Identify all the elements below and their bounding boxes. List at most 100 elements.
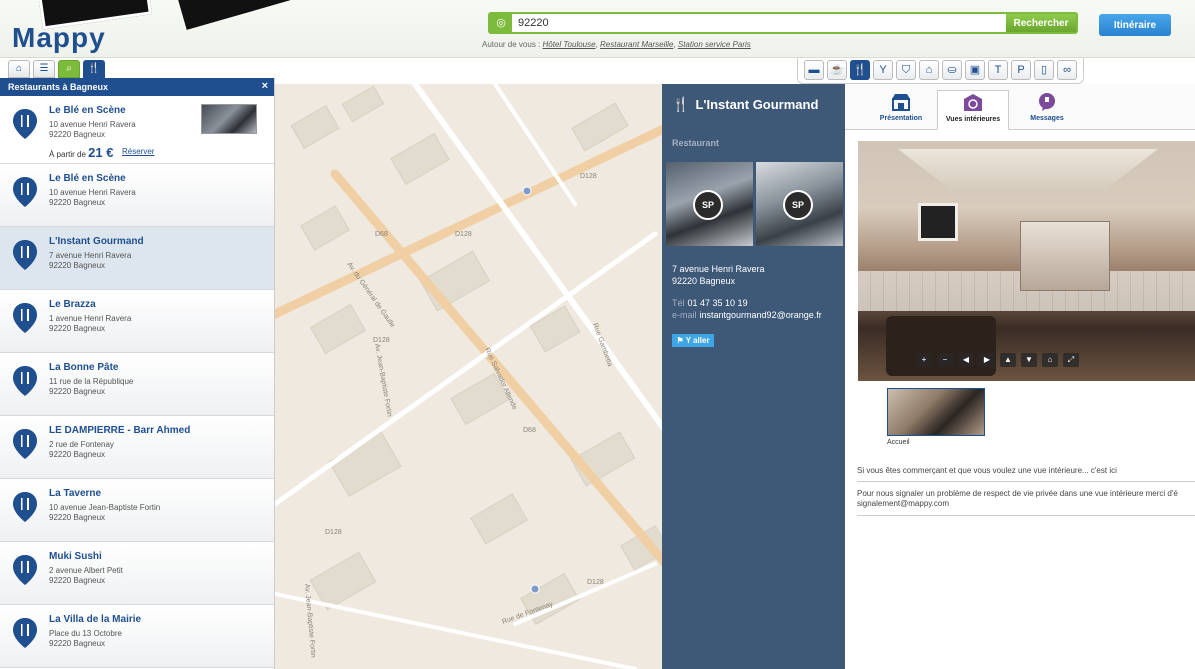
restaurant-name[interactable]: Le Blé en Scène bbox=[49, 105, 126, 116]
restaurant-name[interactable]: La Taverne bbox=[49, 488, 101, 499]
pan-down-icon[interactable]: ▼ bbox=[1021, 353, 1037, 367]
search-icon[interactable]: ⌕ bbox=[58, 60, 80, 78]
email-address[interactable]: instantgourmand92@orange.fr bbox=[700, 310, 822, 320]
restaurant-name[interactable]: Le Brazza bbox=[49, 299, 96, 310]
restaurant-city: 92220 Bagneux bbox=[49, 387, 106, 396]
place-photo[interactable]: SP bbox=[756, 162, 843, 246]
restaurant-name[interactable]: Le Blé en Scène bbox=[49, 173, 126, 184]
restaurant-photo[interactable] bbox=[201, 104, 257, 134]
close-icon[interactable]: × bbox=[262, 80, 268, 92]
panorama-thumbnail-label: Accueil bbox=[887, 439, 910, 446]
report-email-link[interactable]: signalement@mappy.com bbox=[857, 499, 949, 508]
search-button[interactable]: Rechercher bbox=[1006, 14, 1076, 32]
clothing-icon[interactable]: T bbox=[988, 60, 1008, 80]
panorama-icon[interactable]: SP bbox=[783, 190, 813, 220]
bed-icon[interactable]: ▬ bbox=[804, 60, 824, 80]
map-marker[interactable] bbox=[522, 186, 532, 196]
go-there-button[interactable]: ⚑ Y aller bbox=[672, 334, 714, 347]
location-icon[interactable]: ◎ bbox=[490, 14, 512, 32]
grocery-icon[interactable]: ▣ bbox=[965, 60, 985, 80]
monument-icon[interactable]: ⌂ bbox=[919, 60, 939, 80]
road-label: D128 bbox=[587, 579, 604, 586]
list-item[interactable]: Le Blé en Scène 10 avenue Henri Ravera 922… bbox=[0, 96, 274, 164]
results-panel: Restaurants à Bagneux × Le Blé en Scène 1… bbox=[0, 78, 275, 669]
restaurant-name[interactable]: Muki Sushi bbox=[49, 551, 102, 562]
restaurant-street: 10 avenue Jean-Baptiste Fortin bbox=[49, 503, 161, 512]
restaurant-name[interactable]: LE DAMPIERRE - Barr Ahmed bbox=[49, 425, 190, 436]
flag-icon: ⚑ bbox=[676, 336, 686, 345]
restaurant-pin-icon bbox=[13, 177, 37, 207]
restaurant-name[interactable]: La Villa de la Mairie bbox=[49, 614, 141, 625]
tab-messages[interactable]: Messages bbox=[1011, 90, 1083, 130]
restaurant-street: 7 avenue Henri Ravera bbox=[49, 251, 132, 260]
restaurant-pin-icon bbox=[13, 429, 37, 459]
panorama-icon[interactable]: SP bbox=[693, 190, 723, 220]
itinerary-button[interactable]: Itinéraire bbox=[1099, 14, 1171, 36]
list-item[interactable]: Le Blé en Scène 10 avenue Henri Ravera 922… bbox=[0, 164, 274, 227]
tab-label: Présentation bbox=[879, 115, 923, 122]
bike-icon[interactable]: ∞ bbox=[1057, 60, 1077, 80]
list-item[interactable]: L'Instant Gourmand 7 avenue Henri Ravera 9… bbox=[0, 227, 274, 290]
place-photo[interactable]: SP bbox=[666, 162, 753, 246]
shopping-icon[interactable]: ⛀ bbox=[942, 60, 962, 80]
content-panel: Présentation Vues intérieures Messages +… bbox=[845, 84, 1195, 669]
reset-view-icon[interactable]: ⌂ bbox=[1042, 353, 1058, 367]
reserve-link[interactable]: Réserver bbox=[122, 147, 154, 156]
pan-left-icon[interactable]: ◀ bbox=[958, 353, 974, 367]
restaurant-name[interactable]: La Bonne Pâte bbox=[49, 362, 118, 373]
around-you-links: Autour de vous : Hôtel Toulouse, Restaur… bbox=[482, 40, 751, 49]
restaurant-street: 2 rue de Fontenay bbox=[49, 440, 114, 449]
tab-presentation[interactable]: Présentation bbox=[865, 90, 937, 130]
results-list: Le Blé en Scène 10 avenue Henri Ravera 922… bbox=[0, 96, 274, 668]
place-city: 92220 Bagneux bbox=[672, 276, 736, 286]
tab-label: Vues intérieures bbox=[945, 116, 1001, 123]
storefront-icon bbox=[892, 94, 910, 111]
panorama-table bbox=[886, 316, 996, 376]
restaurant-city: 92220 Bagneux bbox=[49, 639, 106, 648]
coffee-icon[interactable]: ☕ bbox=[827, 60, 847, 80]
fullscreen-icon[interactable]: ⤢ bbox=[1063, 353, 1079, 367]
street-label: Rue Gambetta bbox=[591, 322, 613, 367]
tab-label: Messages bbox=[1030, 115, 1064, 122]
around-link-station[interactable]: Station service Paris bbox=[678, 40, 751, 49]
zoom-out-icon[interactable]: − bbox=[937, 353, 953, 367]
around-link-hotel[interactable]: Hôtel Toulouse bbox=[543, 40, 596, 49]
restaurant-street: 10 avenue Henri Ravera bbox=[49, 120, 136, 129]
email-label: e-mail bbox=[672, 310, 697, 320]
list-item[interactable]: Muki Sushi 2 avenue Albert Petit 92220 Bag… bbox=[0, 542, 274, 605]
restaurant-city: 92220 Bagneux bbox=[49, 198, 106, 207]
panorama-controls: + − ◀ ▶ ▲ ▼ ⌂ ⤢ bbox=[916, 353, 1079, 367]
list-item[interactable]: La Villa de la Mairie Place du 13 Octobre… bbox=[0, 605, 274, 668]
pan-up-icon[interactable]: ▲ bbox=[1000, 353, 1016, 367]
phone-number[interactable]: 01 47 35 10 19 bbox=[688, 298, 748, 308]
merchant-link[interactable]: Si vous êtes commerçant et que vous voul… bbox=[857, 466, 1195, 482]
tab-interior-views[interactable]: Vues intérieures bbox=[937, 90, 1009, 130]
zoom-in-icon[interactable]: + bbox=[916, 353, 932, 367]
panorama-thumbnail[interactable] bbox=[887, 388, 985, 436]
restaurant-icon[interactable]: 🍴 bbox=[850, 60, 870, 80]
list-item[interactable]: La Bonne Pâte 11 rue de la République 9222… bbox=[0, 353, 274, 416]
interior-panorama-viewer[interactable]: + − ◀ ▶ ▲ ▼ ⌂ ⤢ bbox=[858, 141, 1195, 381]
bar-icon[interactable]: Y bbox=[873, 60, 893, 80]
list-item[interactable]: LE DAMPIERRE - Barr Ahmed 2 rue de Fonten… bbox=[0, 416, 274, 479]
parking-icon[interactable]: P bbox=[1011, 60, 1031, 80]
list-item[interactable]: Le Brazza 1 avenue Henri Ravera 92220 Bagn… bbox=[0, 290, 274, 353]
place-phone: Tél 01 47 35 10 19 bbox=[672, 298, 748, 308]
around-link-restaurant[interactable]: Restaurant Marseille bbox=[600, 40, 673, 49]
culture-icon[interactable]: ⛉ bbox=[896, 60, 916, 80]
search-input[interactable] bbox=[518, 15, 958, 31]
list-item[interactable]: La Taverne 10 avenue Jean-Baptiste Fortin… bbox=[0, 479, 274, 542]
home-icon[interactable]: ⌂ bbox=[8, 60, 30, 78]
street-label: Av. Jean-Baptiste Fortin bbox=[303, 584, 316, 658]
privacy-line: Pour nous signaler un problème de respec… bbox=[857, 489, 1178, 498]
restaurant-name[interactable]: L'Instant Gourmand bbox=[49, 236, 144, 247]
fuel-icon[interactable]: ▯ bbox=[1034, 60, 1054, 80]
fork-knife-icon[interactable]: 🍴 bbox=[83, 60, 105, 78]
search-box: ◎ Rechercher bbox=[488, 12, 1078, 34]
list-icon[interactable]: ☰ bbox=[33, 60, 55, 78]
map-marker[interactable] bbox=[530, 584, 540, 594]
restaurant-street: 10 avenue Henri Ravera bbox=[49, 188, 136, 197]
logo-area: Mappy bbox=[0, 0, 290, 58]
pan-right-icon[interactable]: ▶ bbox=[979, 353, 995, 367]
privacy-notice: Pour nous signaler un problème de respec… bbox=[857, 489, 1195, 516]
